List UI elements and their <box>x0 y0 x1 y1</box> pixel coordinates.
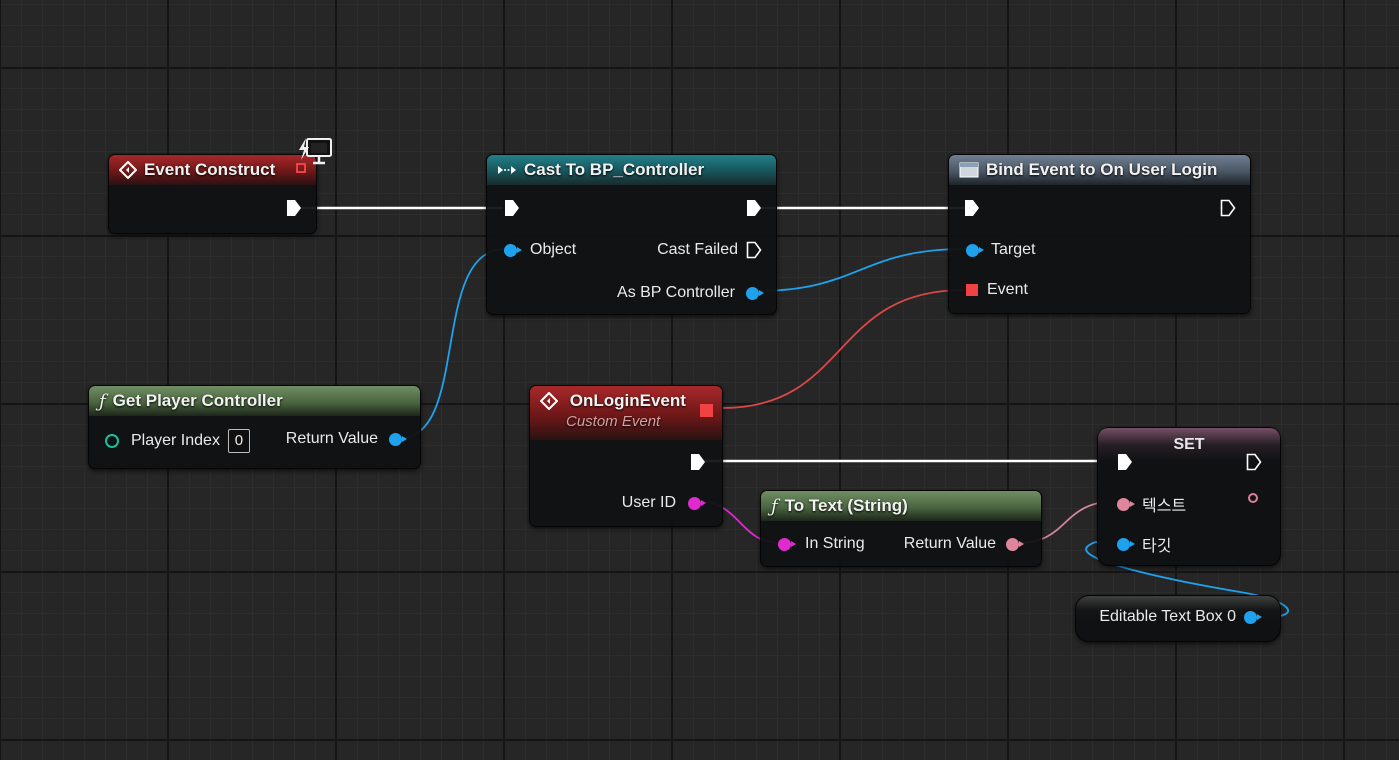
player-index-value-field[interactable]: 0 <box>227 429 250 453</box>
bind-event-node[interactable]: Bind Event to On User Login Target Event <box>948 154 1251 314</box>
exec-output-pin[interactable] <box>746 199 762 217</box>
function-f-icon: ƒ <box>99 390 106 412</box>
as-controller-output-pin[interactable] <box>746 286 764 300</box>
event-construct-title: Event Construct <box>144 160 276 179</box>
text-label: 텍스트 <box>1142 496 1187 515</box>
editable-text-box-variable-node[interactable]: Editable Text Box 0 <box>1075 595 1281 642</box>
exec-output-pin[interactable] <box>1246 453 1262 471</box>
exec-input-pin[interactable] <box>1117 453 1133 471</box>
cast-header: Cast To BP_Controller <box>487 155 776 185</box>
to-text-title: To Text (String) <box>784 496 908 515</box>
event-construct-header: Event Construct <box>109 155 316 185</box>
bind-event-header: Bind Event to On User Login <box>949 155 1250 185</box>
to-text-header: ƒ To Text (String) <box>761 491 1041 521</box>
set-variable-node[interactable]: SET 텍스트 타깃 <box>1097 427 1281 566</box>
text-output-pin[interactable] <box>1248 493 1258 503</box>
text-input-pin[interactable] <box>1117 497 1135 511</box>
target-label: 타깃 <box>1142 536 1172 555</box>
get-player-controller-node[interactable]: ƒ Get Player Controller Player Index 0 R… <box>88 385 421 469</box>
in-string-input-pin[interactable] <box>778 537 796 551</box>
get-player-controller-title: Get Player Controller <box>112 391 283 410</box>
on-login-event-title: OnLoginEvent <box>569 390 686 410</box>
user-id-label: User ID <box>621 494 676 511</box>
cast-failed-label: Cast Failed <box>657 241 738 258</box>
target-label: Target <box>991 241 1036 258</box>
object-input-pin[interactable] <box>504 243 522 257</box>
cast-to-controller-node[interactable]: Cast To BP_Controller Object Cast Failed… <box>486 154 777 315</box>
wire-layer <box>297 206 1290 619</box>
variable-output-pin[interactable] <box>1244 610 1262 624</box>
on-login-event-header: OnLoginEvent Custom Event <box>530 386 722 440</box>
exec-output-pin[interactable] <box>690 453 706 471</box>
cast-arrows-icon <box>498 166 516 174</box>
on-login-event-subtitle: Custom Event <box>566 412 661 430</box>
exec-input-pin[interactable] <box>504 199 520 217</box>
event-label: Event <box>987 281 1028 298</box>
return-value-label: Return Value <box>285 430 378 447</box>
exec-output-pin[interactable] <box>286 199 302 217</box>
user-id-output-pin[interactable] <box>688 496 706 510</box>
cast-title: Cast To BP_Controller <box>524 160 705 179</box>
event-diamond-icon <box>119 161 137 179</box>
return-value-output-pin[interactable] <box>389 432 407 446</box>
cast-failed-exec-pin[interactable] <box>746 241 762 259</box>
in-string-label: In String <box>805 535 865 552</box>
event-diamond-icon <box>540 391 558 410</box>
object-label: Object <box>530 241 577 258</box>
target-input-pin[interactable] <box>1117 537 1135 551</box>
monitor-lightning-icon <box>294 136 334 170</box>
event-construct-node[interactable]: Event Construct <box>108 154 317 234</box>
target-input-pin[interactable] <box>966 243 984 257</box>
exec-output-pin[interactable] <box>1220 199 1236 217</box>
player-index-input-pin[interactable] <box>105 434 119 448</box>
function-f-icon: ƒ <box>771 495 778 517</box>
object-wire-cast-to-bind-target[interactable] <box>755 248 966 292</box>
variable-label: Editable Text Box 0 <box>1099 608 1236 625</box>
on-login-event-node[interactable]: OnLoginEvent Custom Event User ID <box>529 385 723 527</box>
player-index-label: Player Index <box>131 432 220 449</box>
delegate-output-pin[interactable] <box>700 404 713 417</box>
return-value-label: Return Value <box>903 535 996 552</box>
as-controller-label: As BP Controller <box>617 284 735 301</box>
window-icon <box>959 162 979 178</box>
event-delegate-input-pin[interactable] <box>966 284 978 296</box>
to-text-node[interactable]: ƒ To Text (String) In String Return Valu… <box>760 490 1042 567</box>
get-player-controller-header: ƒ Get Player Controller <box>89 386 420 416</box>
exec-input-pin[interactable] <box>964 199 980 217</box>
bind-event-title: Bind Event to On User Login <box>986 160 1218 179</box>
return-value-output-pin[interactable] <box>1006 537 1024 551</box>
